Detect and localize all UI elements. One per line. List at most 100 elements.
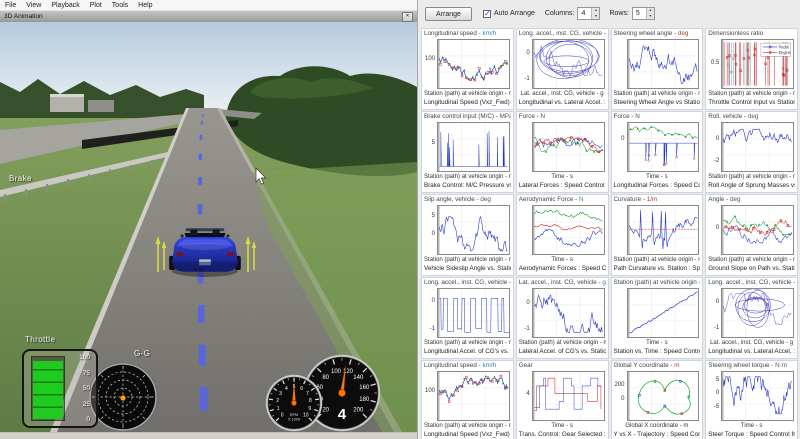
svg-text:160: 160 — [359, 385, 370, 391]
plot-caption: Station vs. Time : Speed Control from — [614, 347, 701, 356]
plot-title: Steering wheel angle - deg — [614, 30, 701, 38]
throttle-tick-label: 50 — [79, 385, 90, 392]
plot-title: Longitudinal speed - km/h — [424, 362, 511, 370]
auto-arrange-checkbox[interactable] — [483, 10, 491, 18]
plot-title: Gear — [519, 362, 606, 370]
plot-y-axis-ticks: 0-1 — [424, 288, 437, 338]
plot-area[interactable] — [627, 205, 700, 255]
plot-x-axis-label: Station (path) at vehicle origin - m — [614, 256, 701, 264]
plot-toolbar: Arrange Auto Arrange Columns: 4 ▲ ▼ Rows… — [425, 5, 798, 22]
plot-cell-2[interactable]: Long. accel., inst. CG, vehicle - g0-1La… — [516, 28, 609, 110]
throttle-bar-track — [31, 356, 65, 421]
plot-cell-3[interactable]: Steering wheel angle - degStation (path)… — [611, 28, 704, 110]
plot-area[interactable] — [532, 39, 605, 89]
plot-title: Longitudinal speed - km/h — [424, 30, 511, 38]
plot-area[interactable] — [721, 205, 794, 255]
menu-item-view[interactable]: View — [21, 2, 46, 9]
svg-text:20: 20 — [322, 407, 329, 413]
plot-x-axis-label: Station (path) at vehicle origin - m — [519, 339, 606, 347]
plot-area[interactable] — [532, 205, 605, 255]
plot-y-axis-ticks — [519, 122, 532, 172]
plot-cell-15[interactable]: Station (path) at vehicle origin - mTime… — [611, 277, 704, 359]
rows-spin-down-icon[interactable]: ▼ — [647, 14, 654, 20]
plot-cell-11[interactable]: Curvature - 1/mStation (path) at vehicle… — [611, 194, 704, 276]
auto-arrange-label: Auto Arrange — [494, 10, 535, 17]
plot-area[interactable]: PedalEngine — [721, 39, 794, 89]
plot-x-axis-label: Time - s — [519, 256, 606, 264]
plot-area[interactable] — [627, 371, 700, 421]
plot-cell-19[interactable]: Global Y coordinate - m2000Global X coor… — [611, 360, 704, 439]
plot-area[interactable] — [437, 39, 510, 89]
close-icon[interactable]: ✕ — [402, 12, 413, 22]
plot-area[interactable] — [721, 371, 794, 421]
plot-x-axis-label: Time - s — [614, 173, 701, 181]
plot-y-axis-ticks — [614, 39, 627, 89]
plot-area[interactable] — [437, 205, 510, 255]
menu-item-playback[interactable]: Playback — [46, 2, 84, 9]
plot-cell-1[interactable]: Longitudinal speed - km/h100Station (pat… — [421, 28, 514, 110]
throttle-tick-label: 100 — [79, 354, 90, 361]
plot-title: Dimensionless ratio — [708, 30, 795, 38]
plot-area[interactable] — [532, 371, 605, 421]
arrange-button[interactable]: Arrange — [425, 7, 472, 21]
plot-y-axis-ticks — [614, 205, 627, 255]
plot-y-axis-ticks: 50-5 — [708, 371, 721, 421]
menu-bar: FileViewPlaybackPlotToolsHelp — [0, 0, 417, 11]
plot-cell-12[interactable]: Angle - deg0Station (path) at vehicle or… — [705, 194, 798, 276]
plot-x-axis-label: Lat. accel., inst. CG, vehicle - g — [519, 90, 606, 98]
rows-value: 5 — [633, 8, 646, 19]
plot-area[interactable] — [627, 122, 700, 172]
plot-cell-17[interactable]: Longitudinal speed - km/h100Station (pat… — [421, 360, 514, 439]
throttle-tick-label: 0 — [79, 416, 90, 423]
plot-caption: Steer Torque : Speed Control from Dr — [708, 430, 795, 439]
plot-area[interactable] — [437, 288, 510, 338]
throttle-tick-label: 25 — [79, 401, 90, 408]
paddock-building — [88, 100, 114, 112]
3d-scene-view[interactable]: Brake Throttle G-G 1007550250 2040608010… — [0, 22, 417, 432]
plot-cell-20[interactable]: Steering wheel torque - N·m50-5Time - sS… — [705, 360, 798, 439]
plot-cell-18[interactable]: Gear4Time - sTrans. Control: Gear Select… — [516, 360, 609, 439]
plot-caption: Path Curvature vs. Station : Speed C — [614, 264, 701, 273]
plot-area[interactable] — [532, 288, 605, 338]
plot-cell-14[interactable]: Lat. accel., inst. CG, vehicle - g0-1Sta… — [516, 277, 609, 359]
plot-y-axis-ticks: 0 — [708, 205, 721, 255]
plot-cell-13[interactable]: Long. accel., inst. CG, vehicle - g0-1St… — [421, 277, 514, 359]
plot-area[interactable] — [721, 288, 794, 338]
plot-area[interactable] — [627, 288, 700, 338]
menu-item-file[interactable]: File — [0, 2, 21, 9]
plot-y-axis-ticks: 0.5 — [708, 39, 721, 89]
plot-title: Aerodynamic Force - N — [519, 196, 606, 204]
plot-cell-7[interactable]: Force - N0Time - sLongitudinal Forces : … — [611, 111, 704, 193]
plot-cell-6[interactable]: Force - NTime - sLateral Forces : Speed … — [516, 111, 609, 193]
plot-area[interactable] — [627, 39, 700, 89]
plot-cell-5[interactable]: Brake control input (M/C) - MPa5Station … — [421, 111, 514, 193]
plot-cell-8[interactable]: Roll, vehicle - deg0-2Station (path) at … — [705, 111, 798, 193]
plot-cell-9[interactable]: Slip angle, vehicle - deg50Station (path… — [421, 194, 514, 276]
plot-area[interactable] — [437, 371, 510, 421]
svg-text:2: 2 — [276, 398, 279, 404]
plot-area[interactable] — [721, 122, 794, 172]
rows-spinner[interactable]: 5 ▲ ▼ — [632, 7, 655, 20]
plot-x-axis-label: Station (path) at vehicle origin - m — [424, 256, 511, 264]
plot-x-axis-label: Time - s — [519, 173, 606, 181]
plot-y-axis-ticks: 0-1 — [708, 288, 721, 338]
plot-cell-10[interactable]: Aerodynamic Force - NTime - sAerodynamic… — [516, 194, 609, 276]
plot-title: Station (path) at vehicle origin - m — [614, 279, 701, 287]
columns-spin-down-icon[interactable]: ▼ — [592, 14, 599, 20]
plot-cell-4[interactable]: Dimensionless ratio0.5PedalEngineStation… — [705, 28, 798, 110]
plot-x-axis-label: Time - s — [519, 422, 606, 430]
svg-text:3: 3 — [279, 391, 282, 397]
svg-text:200: 200 — [353, 407, 364, 413]
menu-item-plot[interactable]: Plot — [85, 2, 107, 9]
plot-cell-16[interactable]: Long. accel., inst. CG, vehicle - g0-1La… — [705, 277, 798, 359]
plot-x-axis-label: Time - s — [708, 422, 795, 430]
plot-x-axis-label: Station (path) at vehicle origin - r — [424, 90, 511, 98]
3d-animation-titlebar[interactable]: 3D Animation ✕ — [0, 11, 417, 22]
plot-area[interactable] — [532, 122, 605, 172]
svg-text:140: 140 — [353, 375, 364, 381]
menu-item-help[interactable]: Help — [133, 2, 157, 9]
plot-area[interactable] — [437, 122, 510, 172]
menu-item-tools[interactable]: Tools — [107, 2, 133, 9]
plot-y-axis-ticks: 0 — [614, 122, 627, 172]
columns-spinner[interactable]: 4 ▲ ▼ — [577, 7, 600, 20]
